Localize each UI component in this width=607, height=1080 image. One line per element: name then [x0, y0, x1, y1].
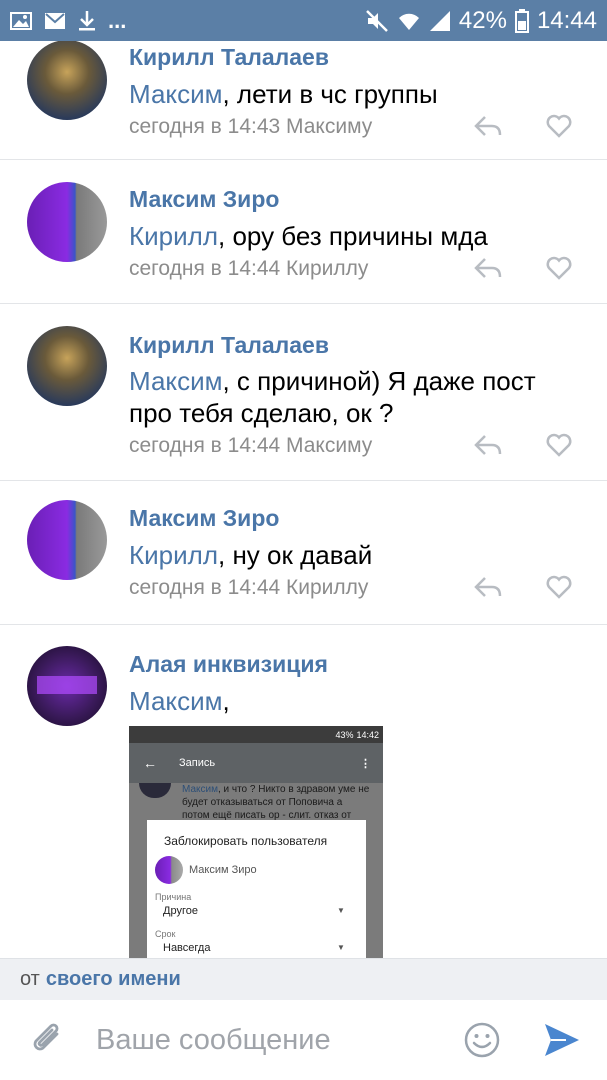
- attachment-clock: 14:42: [356, 729, 379, 740]
- comment-body: ,: [222, 686, 230, 716]
- comment-text: Максим, с причиной) Я даже пост про тебя…: [129, 365, 569, 429]
- comment-text: Кирилл, ну ок давай: [129, 539, 569, 571]
- comment-text: Максим,: [129, 685, 569, 717]
- comment-author[interactable]: Алая инквизиция: [129, 651, 328, 678]
- dialog-title: Заблокировать пользователя: [164, 834, 328, 848]
- comment-author[interactable]: Кирилл Талалаев: [129, 332, 329, 359]
- post-as-prefix: от: [20, 968, 40, 990]
- avatar[interactable]: [27, 646, 107, 726]
- chevron-down-icon: ▼: [337, 943, 345, 952]
- download-icon: [78, 10, 96, 32]
- signal-icon: [429, 10, 451, 32]
- clock: 14:44: [536, 6, 597, 34]
- reason-label: Причина: [155, 892, 192, 902]
- attachment-status-bar: 43% 14:42: [129, 726, 383, 743]
- attachment-battery: 43%: [335, 729, 354, 740]
- back-arrow-icon: ←: [143, 755, 157, 771]
- reason-value: Другое: [163, 905, 198, 917]
- mention-link[interactable]: Кирилл: [129, 540, 218, 570]
- comment-body: , лети в чс группы: [222, 79, 438, 109]
- comment-item: Кирилл Талалаев Максим, лети в чс группы…: [0, 41, 607, 160]
- mention-link[interactable]: Максим: [129, 686, 222, 716]
- reply-icon[interactable]: [474, 433, 502, 457]
- heart-icon[interactable]: [546, 256, 572, 280]
- comments-feed[interactable]: Кирилл Талалаев Максим, лети в чс группы…: [0, 41, 607, 958]
- comment-body: , ору без причины мда: [218, 221, 488, 251]
- heart-icon[interactable]: [546, 575, 572, 599]
- send-icon[interactable]: [542, 1021, 582, 1059]
- mention-link[interactable]: Кирилл: [129, 221, 218, 251]
- mute-icon: [365, 9, 389, 33]
- attachment-mention: Максим: [182, 784, 218, 795]
- attachment-post-text: Максим, и что ? Никто в здравом уме не б…: [182, 783, 372, 822]
- wifi-icon: [397, 10, 421, 32]
- heart-icon[interactable]: [546, 114, 572, 138]
- comment-author[interactable]: Максим Зиро: [129, 186, 279, 213]
- avatar[interactable]: [27, 41, 107, 120]
- attachment-header: ← Запись ⋮: [129, 743, 383, 783]
- attachment-title: Запись: [179, 757, 216, 769]
- more-vert-icon: ⋮: [360, 757, 371, 770]
- avatar[interactable]: [27, 182, 107, 262]
- heart-icon[interactable]: [546, 433, 572, 457]
- block-user-dialog: Заблокировать пользователя Максим Зиро П…: [147, 820, 366, 958]
- comment-meta: сегодня в 14:44 Максиму: [129, 434, 373, 457]
- reply-icon[interactable]: [474, 114, 502, 138]
- comment-text: Кирилл, ору без причины мда: [129, 220, 569, 252]
- chevron-down-icon: ▼: [337, 906, 345, 915]
- avatar[interactable]: [27, 500, 107, 580]
- avatar[interactable]: [27, 326, 107, 406]
- term-label: Срок: [155, 929, 176, 939]
- reply-icon[interactable]: [474, 256, 502, 280]
- mention-link[interactable]: Максим: [129, 79, 222, 109]
- battery-percent: 42%: [458, 6, 507, 34]
- attached-screenshot[interactable]: 43% 14:42 ← Запись ⋮ Максим, и что ? Ник…: [129, 726, 383, 958]
- status-bar: ... 42% 14:44: [0, 0, 607, 41]
- comment-body: , ну ок давай: [218, 540, 373, 570]
- comment-author[interactable]: Максим Зиро: [129, 505, 279, 532]
- dialog-avatar: [155, 856, 183, 884]
- post-as-bar[interactable]: от своего имени: [0, 958, 607, 1000]
- comment-meta: сегодня в 14:43 Максиму: [129, 115, 373, 138]
- comment-item: Кирилл Талалаев Максим, с причиной) Я да…: [0, 304, 607, 481]
- reply-icon[interactable]: [474, 575, 502, 599]
- comment-meta: сегодня в 14:44 Кириллу: [129, 257, 369, 280]
- comment-author[interactable]: Кирилл Талалаев: [129, 44, 329, 71]
- comment-meta: сегодня в 14:44 Кириллу: [129, 576, 369, 599]
- mail-icon: [44, 12, 66, 30]
- comment-item: Максим Зиро Кирилл, ну ок давай сегодня …: [0, 481, 607, 625]
- emoji-icon[interactable]: [463, 1021, 501, 1059]
- message-placeholder: Ваше сообщение: [96, 1024, 331, 1056]
- battery-icon: [514, 8, 529, 33]
- term-value: Навсегда: [163, 942, 211, 954]
- comment-text: Максим, лети в чс группы: [129, 78, 569, 110]
- status-dots: ...: [108, 7, 127, 33]
- image-icon: [10, 11, 32, 30]
- dialog-user-name: Максим Зиро: [189, 864, 257, 876]
- paperclip-icon[interactable]: [29, 1020, 65, 1060]
- post-as-value[interactable]: своего имени: [46, 968, 181, 991]
- mention-link[interactable]: Максим: [129, 366, 222, 396]
- comment-item: Максим Зиро Кирилл, ору без причины мда …: [0, 160, 607, 304]
